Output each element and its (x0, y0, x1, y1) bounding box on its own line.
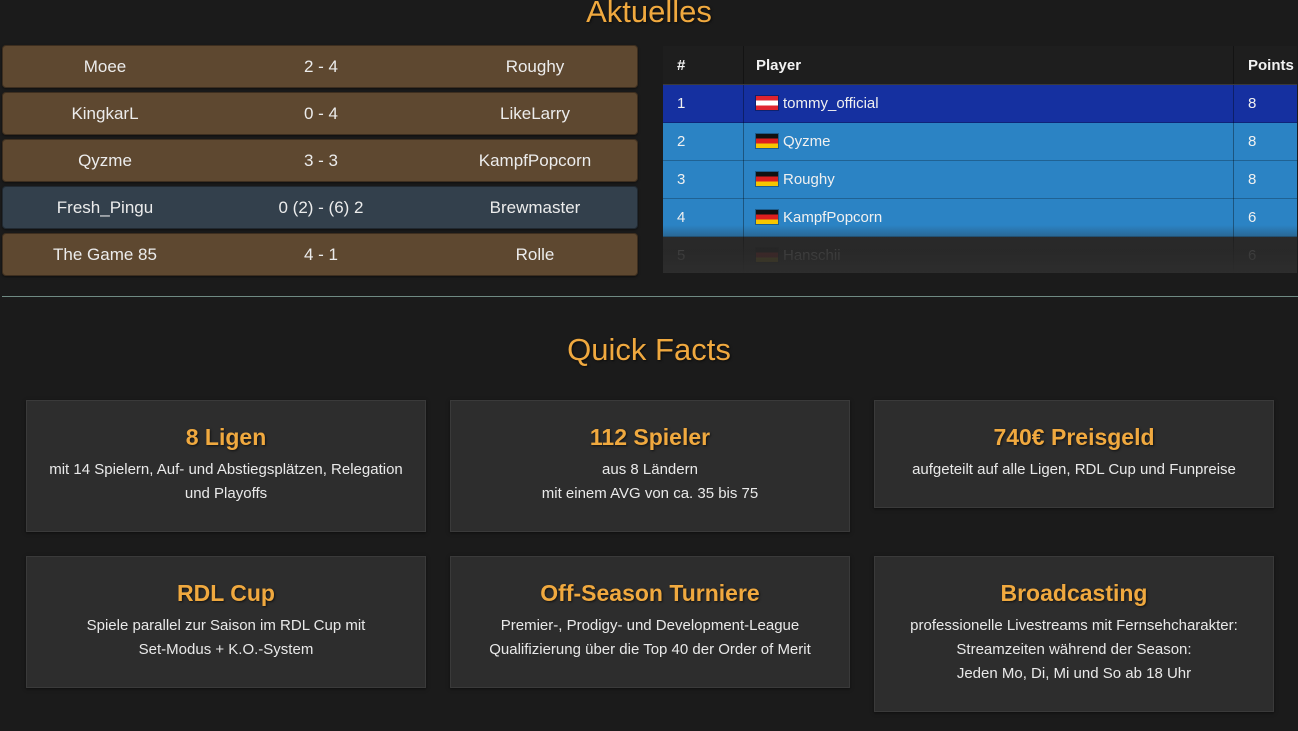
fact-card-spieler: 112 Spieler aus 8 Ländern mit einem AVG … (450, 400, 850, 532)
de-flag-icon (756, 134, 778, 148)
match-score: 2 - 4 (303, 57, 339, 76)
fact-card-line: Premier-, Prodigy- und Development-Leagu… (500, 617, 800, 634)
section-divider (2, 296, 1298, 297)
fact-card-broadcasting: Broadcasting professionelle Livestreams … (874, 556, 1274, 712)
player-cell: tommy_official (743, 84, 1234, 123)
match-row[interactable]: KingkarL 0 - 4 LikeLarry (2, 92, 638, 135)
rank-column-header[interactable]: # (663, 46, 744, 85)
rank-cell: 2 (663, 122, 744, 161)
match-list: Moee 2 - 4 Roughy KingkarL 0 - 4 LikeLar… (2, 45, 638, 280)
fact-card-preisgeld: 740€ Preisgeld aufgeteilt auf alle Ligen… (874, 400, 1274, 508)
fact-card-title: RDL Cup (177, 580, 275, 606)
de-flag-icon (756, 210, 778, 224)
fact-card-description: Premier-, Prodigy- und Development-Leagu… (451, 614, 849, 662)
match-score: 3 - 3 (303, 151, 339, 170)
match-away-player: Rolle (515, 245, 555, 264)
match-home-player: KingkarL (71, 104, 139, 123)
player-name[interactable]: Qyzme (783, 133, 831, 150)
points-cell: 6 (1233, 236, 1297, 273)
player-cell: Hanschii (743, 236, 1234, 273)
match-home-player: Fresh_Pingu (56, 198, 154, 217)
player-name[interactable]: Hanschii (783, 247, 841, 264)
standings-header-row: # Player Points (663, 46, 1297, 85)
match-row[interactable]: The Game 85 4 - 1 Rolle (2, 233, 638, 276)
fact-card-description: professionelle Livestreams mit Fernsehch… (875, 614, 1273, 686)
fact-card-title: 8 Ligen (185, 424, 267, 450)
aktuelles-title: Aktuelles (586, 0, 712, 29)
match-row-live[interactable]: Fresh_Pingu 0 (2) - (6) 2 Brewmaster (2, 186, 638, 229)
rank-cell: 4 (663, 198, 744, 237)
fact-card-description: Spiele parallel zur Saison im RDL Cup mi… (27, 614, 425, 662)
fact-card-line: mit einem AVG von ca. 35 bis 75 (541, 485, 759, 502)
fact-card-line: mit 14 Spielern, Auf- und Abstiegsplätze… (49, 461, 403, 478)
page: Aktuelles Moee 2 - 4 Roughy KingkarL 0 -… (0, 0, 1298, 731)
de-flag-icon (756, 248, 778, 262)
match-away-player: KampfPopcorn (478, 151, 592, 170)
player-column-header[interactable]: Player (743, 46, 1234, 85)
fact-card-line: Qualifizierung über die Top 40 der Order… (489, 641, 811, 658)
match-home-player: The Game 85 (53, 245, 157, 264)
fact-card-title: 740€ Preisgeld (993, 424, 1155, 450)
table-row[interactable]: 4 KampfPopcorn 6 (663, 198, 1297, 237)
fact-card-off-season: Off-Season Turniere Premier-, Prodigy- u… (450, 556, 850, 688)
fact-card-line: Set-Modus + K.O.-System (138, 641, 314, 658)
de-flag-icon (756, 172, 778, 186)
table-row[interactable]: 2 Qyzme 8 (663, 122, 1297, 161)
fact-card-line: Spiele parallel zur Saison im RDL Cup mi… (86, 617, 366, 634)
player-cell: KampfPopcorn (743, 198, 1234, 237)
table-row[interactable]: 3 Roughy 8 (663, 160, 1297, 199)
fact-card-line: aufgeteilt auf alle Ligen, RDL Cup und F… (912, 461, 1236, 478)
points-cell: 8 (1233, 122, 1297, 161)
match-row[interactable]: Qyzme 3 - 3 KampfPopcorn (2, 139, 638, 182)
match-away-player: LikeLarry (500, 104, 570, 123)
fact-card-ligen: 8 Ligen mit 14 Spielern, Auf- und Abstie… (26, 400, 426, 532)
rank-cell: 3 (663, 160, 744, 199)
match-home-player: Qyzme (78, 151, 132, 170)
fact-card-line: Jeden Mo, Di, Mi und So ab 18 Uhr (956, 665, 1192, 682)
fact-card-title: 112 Spieler (589, 424, 711, 450)
table-row[interactable]: 5 Hanschii 6 (663, 236, 1297, 273)
match-away-player: Roughy (505, 57, 565, 76)
fact-card-line: aus 8 Ländern (602, 461, 698, 478)
standings-table[interactable]: # Player Points 1 tommy_official 8 2 Qyz… (663, 46, 1297, 273)
fact-card-line: und Playoffs (184, 485, 268, 502)
match-score: 4 - 1 (303, 245, 339, 264)
table-row[interactable]: 1 tommy_official 8 (663, 84, 1297, 123)
match-home-player: Moee (83, 57, 127, 76)
quick-facts-title: Quick Facts (567, 332, 731, 367)
match-away-player: Brewmaster (489, 198, 581, 217)
player-cell: Qyzme (743, 122, 1234, 161)
match-score: 0 (2) - (6) 2 (278, 198, 364, 217)
fact-card-line: Streamzeiten während der Season: (956, 641, 1192, 658)
match-score: 0 - 4 (303, 104, 339, 123)
fact-card-line: professionelle Livestreams mit Fernsehch… (910, 617, 1238, 634)
rank-cell: 1 (663, 84, 744, 123)
fact-card-title: Off-Season Turniere (540, 580, 760, 606)
at-flag-icon (756, 96, 778, 110)
points-cell: 8 (1233, 84, 1297, 123)
fact-card-rdl-cup: RDL Cup Spiele parallel zur Saison im RD… (26, 556, 426, 688)
fact-card-description: mit 14 Spielern, Auf- und Abstiegsplätze… (27, 458, 425, 506)
player-name[interactable]: Roughy (783, 171, 835, 188)
points-column-header[interactable]: Points (1233, 46, 1297, 85)
points-cell: 6 (1233, 198, 1297, 237)
fact-card-description: aufgeteilt auf alle Ligen, RDL Cup und F… (875, 458, 1273, 482)
fact-card-title: Broadcasting (1000, 580, 1148, 606)
player-name[interactable]: KampfPopcorn (783, 209, 882, 226)
points-cell: 8 (1233, 160, 1297, 199)
player-cell: Roughy (743, 160, 1234, 199)
rank-cell: 5 (663, 236, 744, 273)
match-row[interactable]: Moee 2 - 4 Roughy (2, 45, 638, 88)
fact-card-description: aus 8 Ländern mit einem AVG von ca. 35 b… (451, 458, 849, 506)
player-name[interactable]: tommy_official (783, 95, 879, 112)
